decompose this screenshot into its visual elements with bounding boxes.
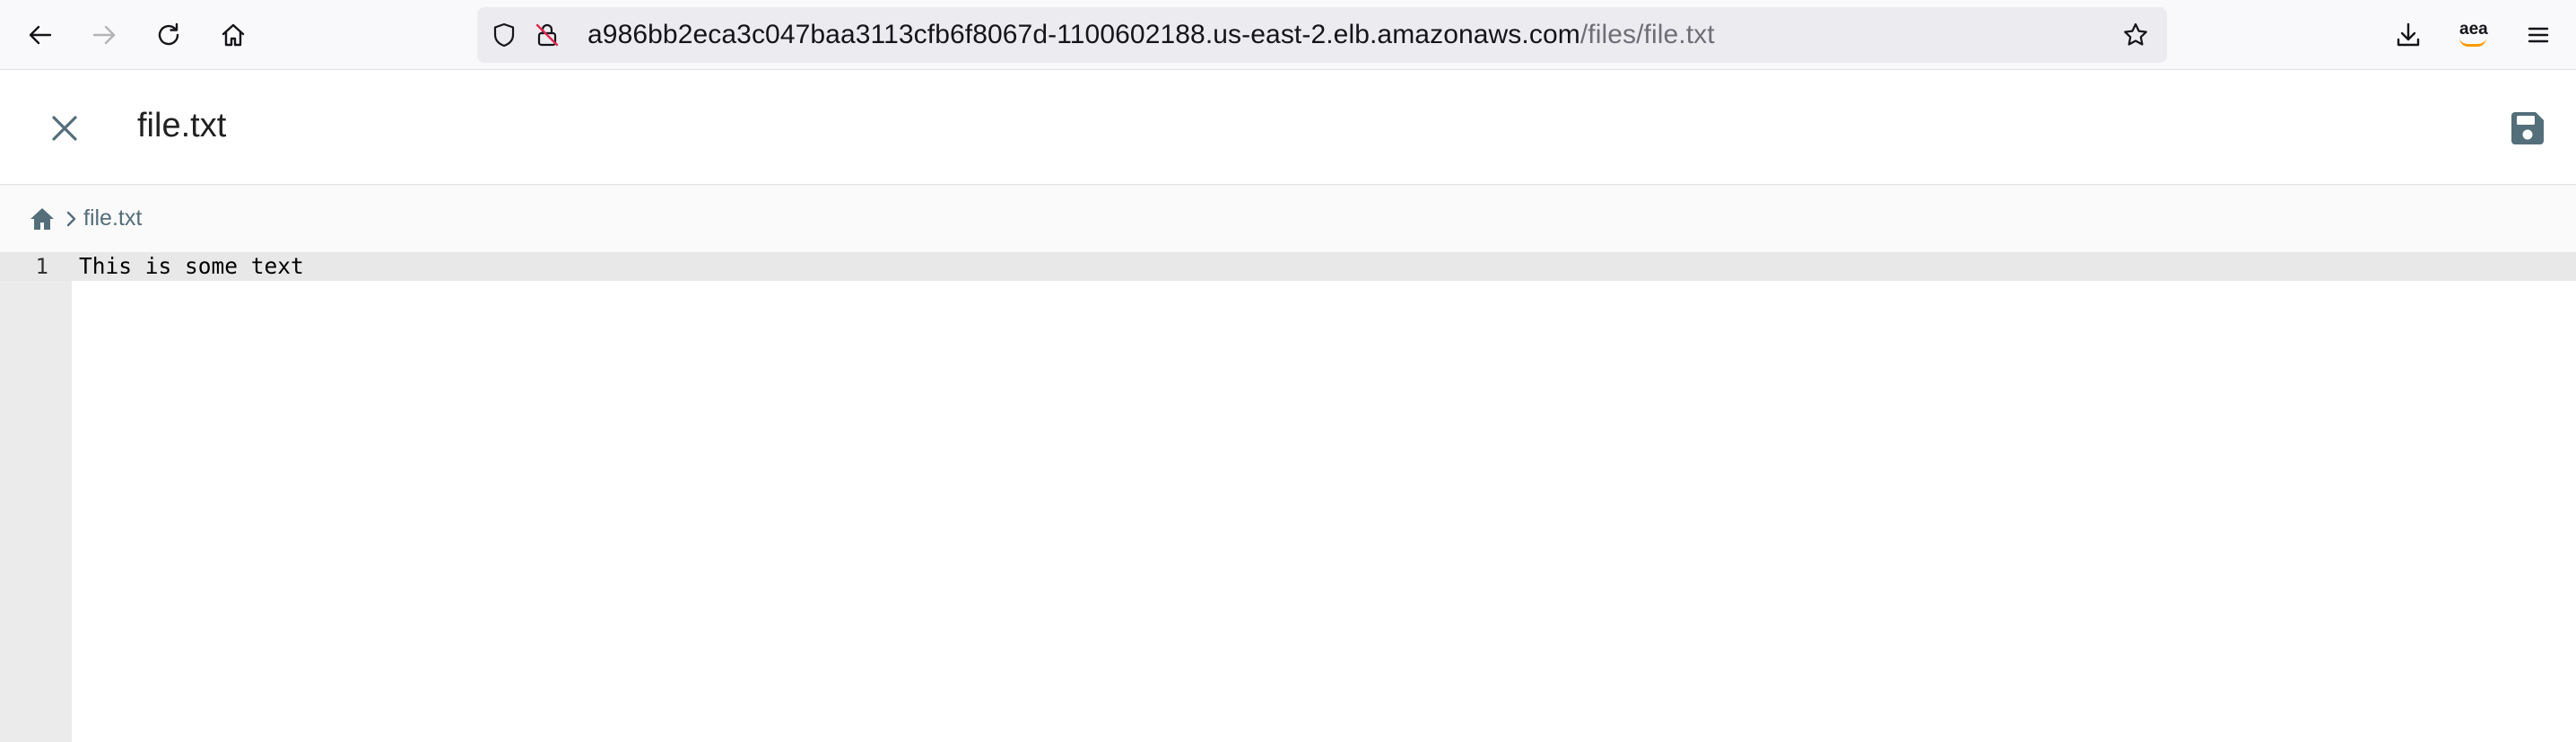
- reload-button[interactable]: [151, 17, 187, 53]
- url-host: a986bb2eca3c047baa3113cfb6f8067d-1100602…: [587, 20, 1580, 49]
- code-line[interactable]: This is some text: [79, 252, 304, 281]
- download-icon: [2397, 22, 2420, 47]
- bookmark-button[interactable]: [2121, 21, 2150, 49]
- arrow-left-icon: [29, 25, 52, 45]
- browser-toolbar: a986bb2eca3c047baa3113cfb6f8067d-1100602…: [0, 0, 2576, 70]
- downloads-button[interactable]: [2390, 17, 2426, 53]
- close-button[interactable]: [43, 107, 86, 150]
- account-abbr: aea: [2459, 20, 2488, 39]
- forward-button[interactable]: [86, 17, 122, 53]
- save-button[interactable]: [2504, 105, 2551, 152]
- insecure-lock-icon: [535, 23, 559, 47]
- home-icon: [222, 23, 245, 47]
- shield-icon: [493, 22, 515, 48]
- tracking-protection-button[interactable]: [490, 21, 518, 49]
- chevron-right-icon: [61, 208, 81, 230]
- site-security-button[interactable]: [533, 21, 561, 49]
- active-line-highlight: [0, 252, 2576, 281]
- menu-button[interactable]: [2520, 17, 2556, 53]
- star-icon: [2124, 22, 2147, 46]
- amazon-smile-icon: [2459, 38, 2486, 47]
- home-button[interactable]: [215, 17, 251, 53]
- breadcrumb-item-file[interactable]: file.txt: [83, 202, 142, 234]
- line-number-gutter: [0, 252, 72, 742]
- account-button[interactable]: aea: [2454, 20, 2493, 50]
- floppy-disk-icon: [2511, 112, 2544, 144]
- page-title: file.txt: [137, 107, 227, 144]
- back-button[interactable]: [22, 17, 58, 53]
- hamburger-menu-icon: [2528, 27, 2549, 43]
- breadcrumb-home[interactable]: [29, 205, 56, 232]
- arrow-right-icon: [92, 25, 116, 45]
- editor-header: file.txt: [0, 71, 2576, 185]
- breadcrumb: file.txt: [0, 186, 2576, 252]
- url-bar[interactable]: a986bb2eca3c047baa3113cfb6f8067d-1100602…: [477, 7, 2167, 63]
- reload-icon: [158, 22, 179, 46]
- close-icon: [52, 116, 77, 141]
- home-icon: [30, 208, 54, 230]
- code-editor[interactable]: 1 This is some text: [0, 252, 2576, 742]
- line-number: 1: [35, 254, 48, 279]
- url-text[interactable]: a986bb2eca3c047baa3113cfb6f8067d-1100602…: [587, 7, 1715, 63]
- url-path: /files/file.txt: [1580, 20, 1715, 49]
